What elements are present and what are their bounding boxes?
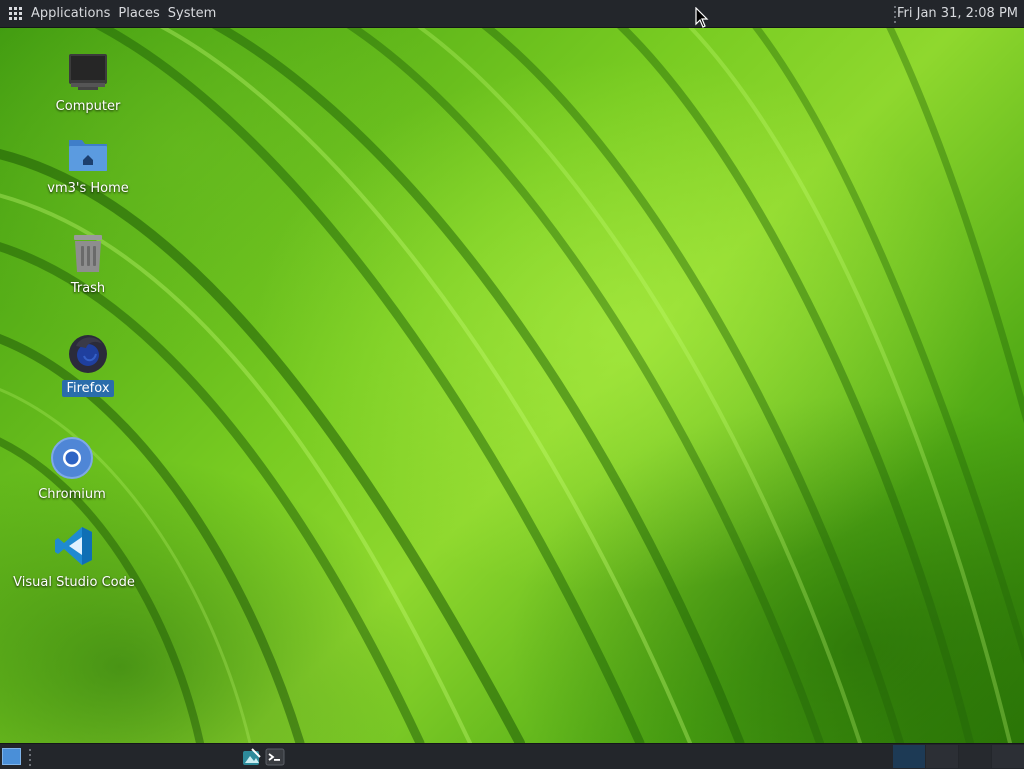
desktop-icon-label: Visual Studio Code [13,575,135,590]
panel-separator [29,749,31,769]
clock[interactable]: Fri Jan 31, 2:08 PM [897,6,1018,21]
show-desktop-button[interactable] [2,748,21,765]
computer-icon [69,54,107,90]
desktop-icon-label: Computer [55,99,121,114]
trash-icon [74,235,102,272]
mouse-cursor-icon [695,7,709,28]
leaf-veins [0,27,1024,743]
desktop-wallpaper [0,27,1024,743]
desktop-icon-label: Firefox [62,380,114,397]
applications-grid-icon[interactable] [9,6,23,21]
top-panel: Applications Places System Fri Jan 31, 2… [0,0,1024,28]
home-folder-icon [69,140,107,171]
chromium-icon [51,437,93,479]
desktop-icon-home[interactable]: vm3's Home [44,134,132,197]
desktop-icon-label: Trash [70,281,106,296]
workspace-3[interactable] [959,745,991,768]
desktop-icon-firefox[interactable]: Firefox [44,332,132,397]
firefox-icon [69,335,107,373]
menu-applications[interactable]: Applications [31,6,110,21]
vscode-icon [55,527,92,565]
desktop-icon-label: vm3's Home [47,181,129,196]
menu-system[interactable]: System [168,6,216,21]
image-editor-icon[interactable] [242,747,262,767]
bottom-panel [0,743,1024,769]
desktop-icon-trash[interactable]: Trash [44,232,132,297]
terminal-icon[interactable] [265,747,285,767]
workspace-4[interactable] [992,745,1024,768]
desktop-icon-label: Chromium [38,487,106,502]
desktop-icon-vscode[interactable]: Visual Studio Code [13,524,135,591]
workspace-2[interactable] [926,745,958,768]
menu-places[interactable]: Places [118,6,159,21]
workspace-1[interactable] [893,745,925,768]
desktop-icon-chromium[interactable]: Chromium [28,436,116,503]
desktop-icon-computer[interactable]: Computer [44,52,132,115]
